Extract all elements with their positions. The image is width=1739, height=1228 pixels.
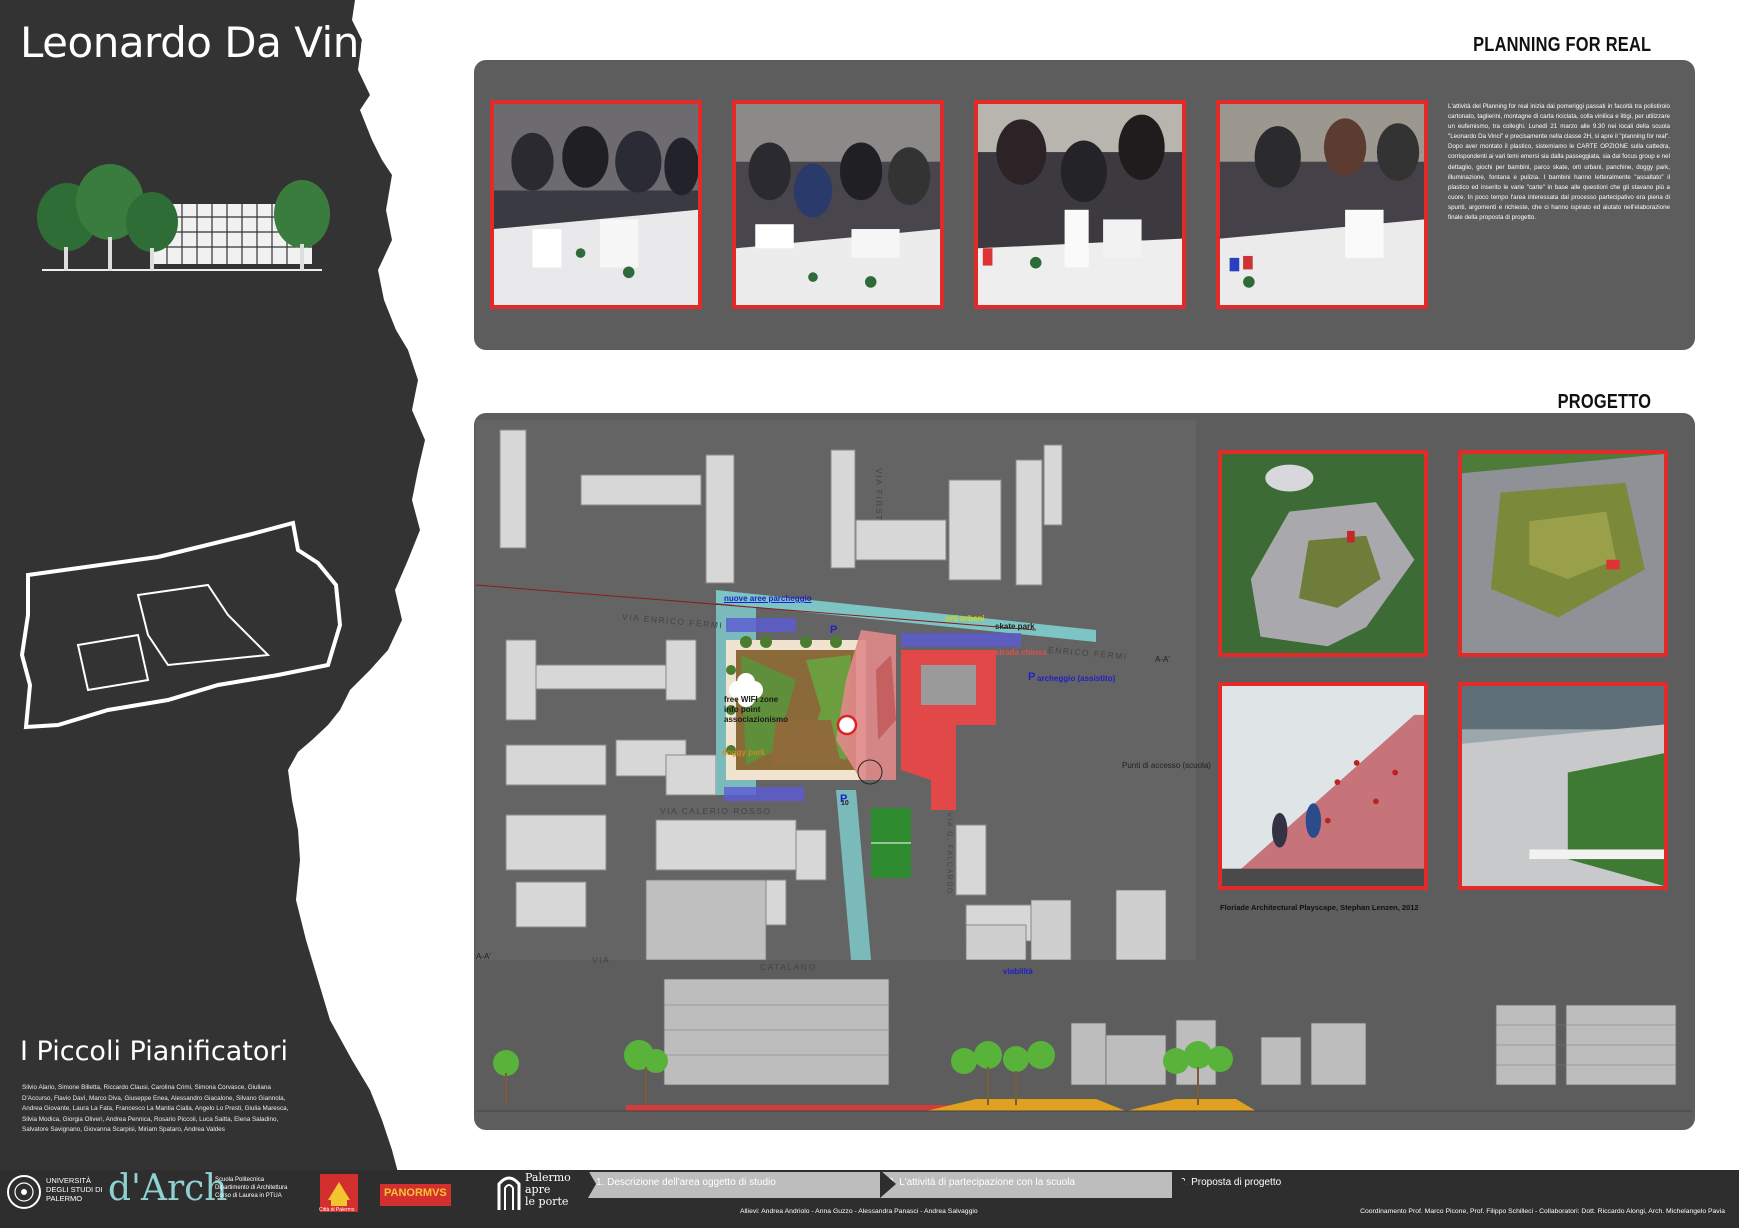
site-outline-map [19, 520, 343, 730]
palermo-apre-porte-logo-icon [497, 1176, 521, 1210]
apre-line-3: le porte [525, 1195, 569, 1208]
label-section-left: A-A' [476, 952, 491, 961]
reference-photo-1 [1218, 450, 1428, 657]
planning-heading: PLANNING FOR REAL [1472, 34, 1651, 56]
planning-photo-3 [974, 100, 1186, 309]
label-associazionismo: associazionismo [724, 715, 789, 724]
progetto-heading: PROGETTO [1557, 391, 1651, 413]
label-skate-park: skate park [995, 622, 1035, 631]
planning-photo-2 [732, 100, 944, 309]
label-doggy-park: doggy park [722, 748, 766, 757]
label-parcheggio-p: P [1028, 671, 1036, 683]
unipa-seal-icon [7, 1175, 41, 1209]
footer-coordination: Coordinamento Prof. Marco Picone, Prof. … [1360, 1208, 1725, 1215]
palermo-apre-porte-text: Palermo apre le porte [525, 1172, 571, 1208]
street-vertical-1: VIA FIRST [873, 468, 884, 522]
site-plan-map [476, 420, 1196, 960]
footer-students: Allievi: Andrea Andriolo - Anna Guzzo - … [740, 1208, 978, 1215]
planning-photo-4 [1216, 100, 1428, 309]
team-names: Silvio Alario, Simone Billetta, Riccardo… [22, 1084, 289, 1134]
site-section-elevation [476, 978, 1692, 1112]
darch-sub-1: Scuola Politecnica [215, 1177, 265, 1183]
unipa-logo-text: UNIVERSITÀ DEGLI STUDI DI PALERMO [46, 1176, 103, 1203]
panormus-logo: PANORMVS [380, 1184, 451, 1206]
school-building-illustration [37, 164, 330, 271]
label-punti-accesso: Punti di accesso (scuola) [1122, 761, 1211, 770]
darch-sub-3: Corso di Laurea in PTUA [215, 1193, 282, 1199]
reference-caption: Floriade Architectural Playscape, Stepha… [1220, 903, 1419, 912]
reference-photo-3 [1218, 682, 1428, 890]
label-info-point: info point [724, 705, 761, 714]
step-arrows [580, 1170, 1188, 1198]
darch-sub-2: Dipartimento di Architettura [215, 1185, 288, 1191]
street-vertical-2: VIA G. FALCARDO [945, 812, 953, 895]
label-nuove-aree-parcheggio: nuove aree parcheggio [724, 594, 812, 603]
citta-palermo-text: Città di Palermo [319, 1207, 355, 1213]
planning-description: L'attività del Planning for real inizia … [1448, 103, 1670, 222]
reference-photo-2 [1458, 450, 1668, 657]
school-title: Leonardo Da Vinci [20, 18, 393, 67]
label-section-right: A-A' [1155, 655, 1170, 664]
parking-symbol-bottom: P [840, 793, 848, 805]
label-strada-chiusa: strada chiusa [995, 648, 1047, 657]
street-catalano: CATALANO [760, 962, 817, 972]
team-title: I Piccoli Pianificatori [20, 1036, 288, 1067]
street-via: VIA [592, 955, 611, 965]
parking-symbol-top: P [830, 624, 838, 636]
label-orti-urbani: orti urbani [945, 614, 985, 623]
label-free-wifi: free WIFI zone [724, 695, 779, 704]
street-calerio-rosso: VIA CALERIO ROSSO [660, 806, 772, 816]
darch-logo: d'Arch [108, 1168, 228, 1209]
planning-photo-1 [490, 100, 702, 309]
reference-photo-4 [1458, 682, 1668, 890]
label-parcheggio-assistito: archeggio (assistito) [1037, 674, 1116, 683]
